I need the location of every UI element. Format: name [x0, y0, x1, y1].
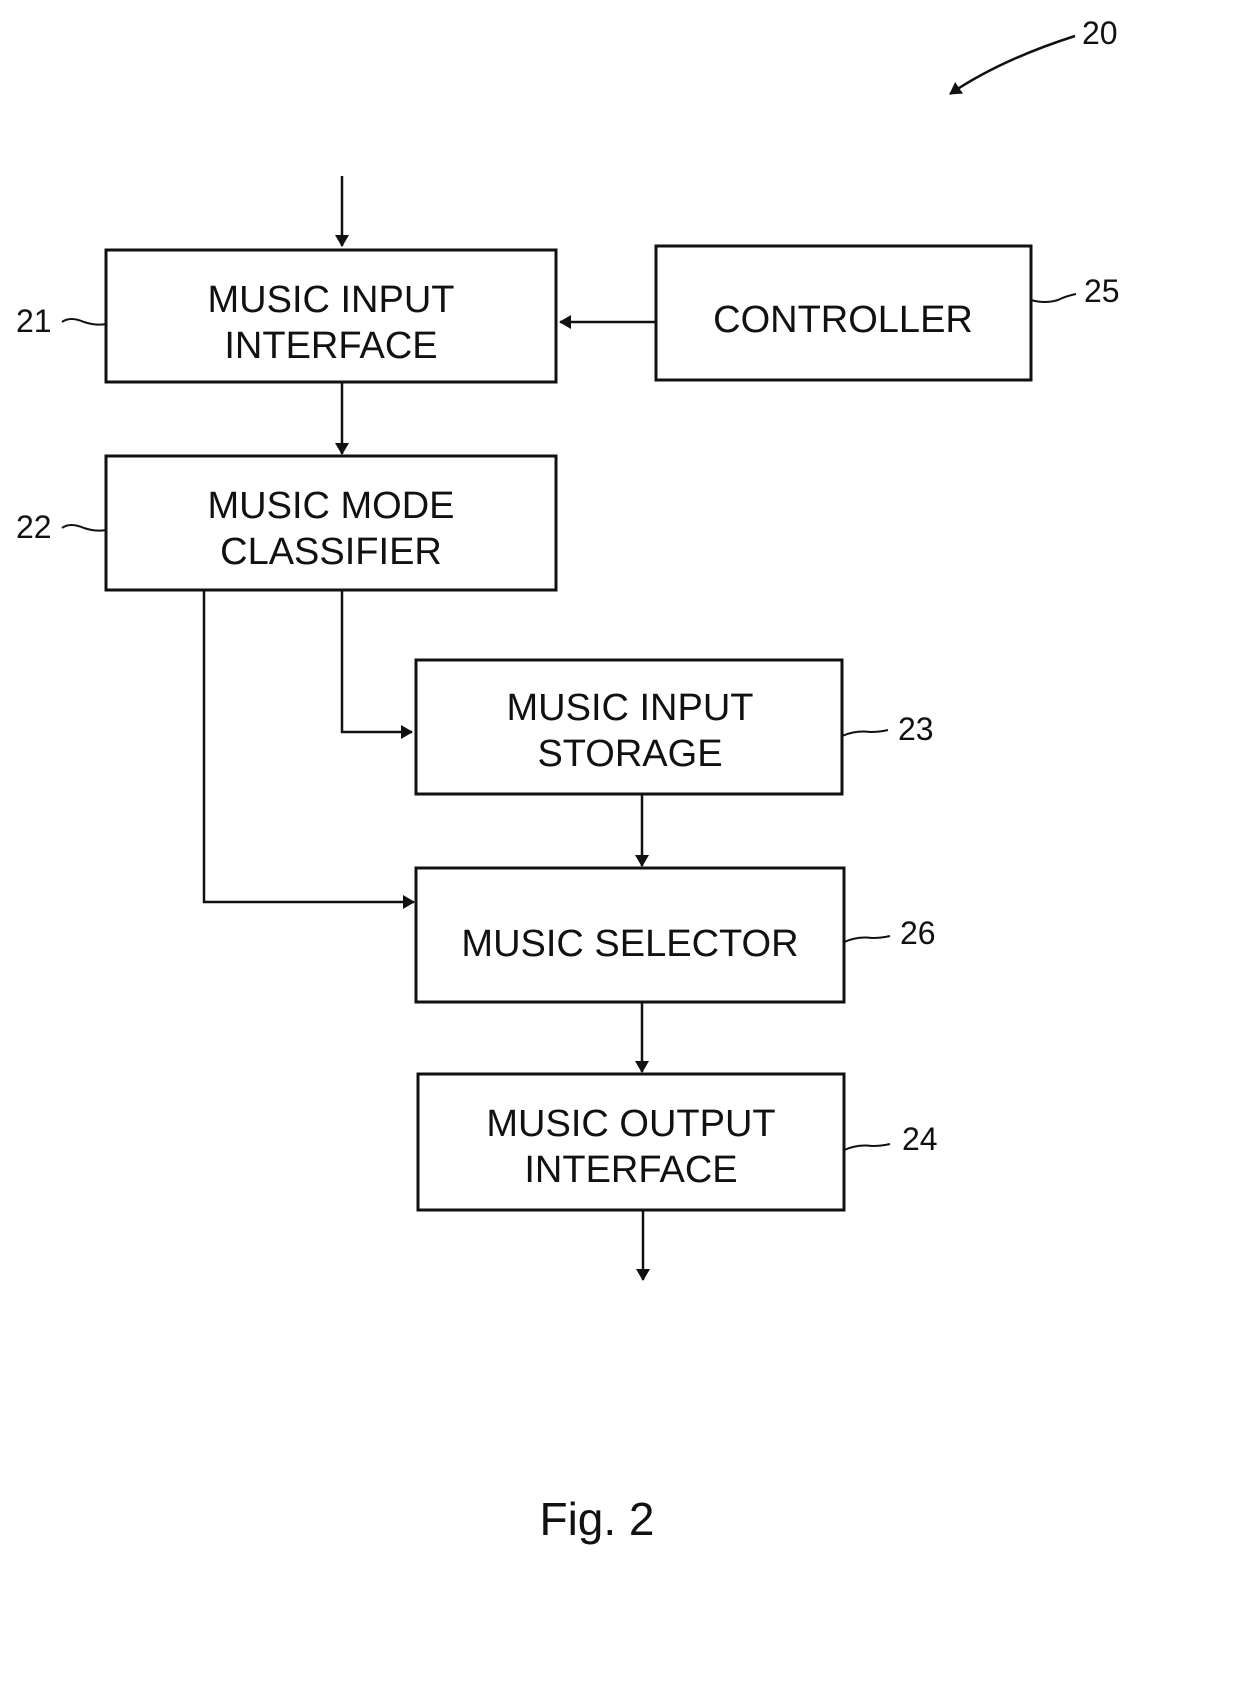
leader-line	[1030, 293, 1077, 303]
reference-number: 24	[902, 1121, 938, 1157]
classifier-to-storage-arrow	[340, 590, 413, 739]
classifier-to-selector-arrow	[202, 590, 415, 909]
block-controller: CONTROLLER 25	[654, 244, 1120, 382]
leader-line	[61, 318, 107, 326]
reference-number: 25	[1084, 273, 1120, 309]
figure-caption: Fig. 2	[539, 1493, 654, 1545]
figure-reference: 20	[949, 15, 1118, 96]
leader-line	[61, 524, 107, 532]
reference-number: 21	[16, 303, 52, 339]
block-label-line: STORAGE	[537, 733, 722, 775]
block-label-line: INTERFACE	[224, 325, 437, 367]
reference-number: 22	[16, 509, 52, 545]
block-music-input-storage: MUSIC INPUT STORAGE 23	[414, 658, 934, 796]
block-label-line: INTERFACE	[524, 1149, 737, 1191]
block-label-line: MUSIC INPUT	[507, 687, 754, 729]
leader-line	[843, 1143, 891, 1151]
block-music-output-interface: MUSIC OUTPUT INTERFACE 24	[416, 1072, 938, 1212]
block-label-line: MUSIC INPUT	[208, 279, 455, 321]
block-music-input-interface: MUSIC INPUT INTERFACE 21	[16, 248, 558, 384]
block-music-selector: MUSIC SELECTOR 26	[414, 866, 936, 1004]
block-music-mode-classifier: MUSIC MODE CLASSIFIER 22	[16, 454, 558, 592]
block-label-line: CLASSIFIER	[220, 531, 442, 573]
block-label-line: CONTROLLER	[713, 299, 973, 341]
block-diagram: 20 MUSIC INPUT INTERFACE 21 CONTROLLER 2…	[16, 15, 1120, 1545]
figure-reference-arrow	[949, 34, 1076, 96]
leader-line	[843, 935, 891, 943]
figure-reference-number: 20	[1082, 15, 1118, 51]
block-label-line: MUSIC OUTPUT	[486, 1103, 775, 1145]
block-label-line: MUSIC MODE	[208, 485, 455, 527]
reference-number: 23	[898, 711, 934, 747]
block-label-line: MUSIC SELECTOR	[461, 923, 798, 965]
reference-number: 26	[900, 915, 936, 951]
leader-line	[841, 729, 889, 737]
